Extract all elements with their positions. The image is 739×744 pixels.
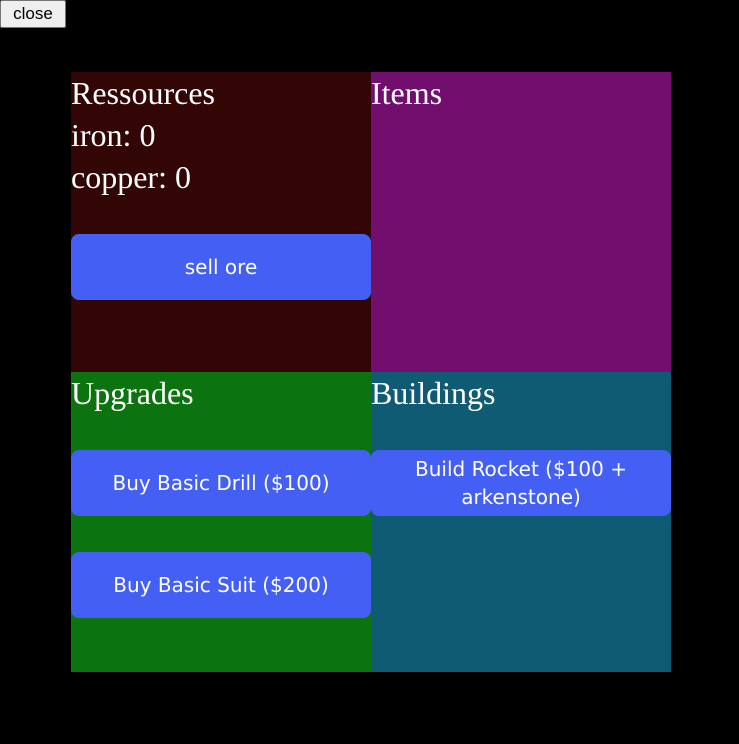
game-grid: Ressources iron: 0 copper: 0 sell ore It… bbox=[71, 72, 671, 672]
sell-ore-button[interactable]: sell ore bbox=[71, 234, 371, 300]
items-title: Items bbox=[371, 75, 443, 111]
items-panel: Items bbox=[371, 72, 671, 372]
buildings-panel: Buildings Build Rocket ($100 + arkenston… bbox=[371, 372, 671, 672]
buildings-title: Buildings bbox=[371, 375, 496, 411]
resources-title: Ressources bbox=[71, 75, 215, 111]
copper-count: copper: 0 bbox=[71, 159, 191, 195]
close-button[interactable]: close bbox=[0, 0, 66, 28]
buy-basic-drill-button[interactable]: Buy Basic Drill ($100) bbox=[71, 450, 371, 516]
upgrades-title: Upgrades bbox=[71, 375, 194, 411]
upgrades-panel: Upgrades Buy Basic Drill ($100) Buy Basi… bbox=[71, 372, 371, 672]
build-rocket-button[interactable]: Build Rocket ($100 + arkenstone) bbox=[371, 450, 671, 516]
iron-count: iron: 0 bbox=[71, 117, 156, 153]
buy-basic-suit-button[interactable]: Buy Basic Suit ($200) bbox=[71, 552, 371, 618]
resources-panel: Ressources iron: 0 copper: 0 sell ore bbox=[71, 72, 371, 372]
